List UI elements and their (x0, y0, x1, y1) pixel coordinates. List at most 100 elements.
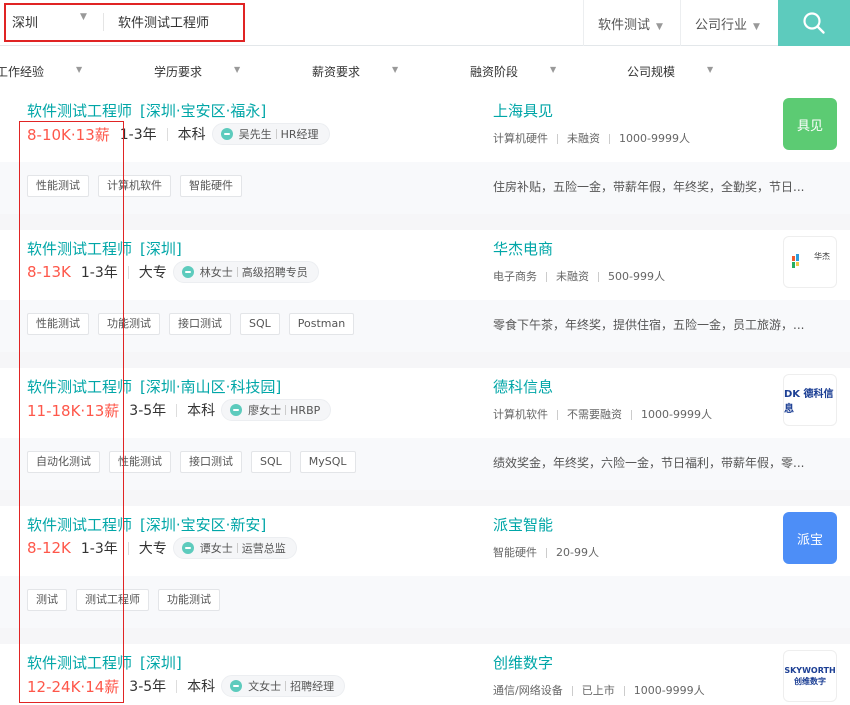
company-size: 500-999人 (608, 270, 665, 283)
education: 本科 (177, 127, 206, 143)
job-title-link[interactable]: 软件测试工程师 [深圳·南山区·科技园] (27, 376, 281, 397)
job-title: 软件测试工程师 (27, 102, 133, 120)
experience: 3-5年 (129, 403, 167, 419)
search-button[interactable] (778, 0, 850, 46)
divider (127, 265, 129, 279)
skill-tag: 测试工程师 (76, 589, 149, 611)
search-bar: 深圳 ▼ 软件测试工程师 软件测试 ▼ 公司行业 ▼ (0, 0, 850, 46)
divider (598, 272, 599, 282)
filter-funding[interactable]: 融资阶段 ▼ (470, 63, 556, 80)
divider (623, 686, 625, 696)
company-funding: 已上市 (581, 684, 615, 697)
divider (557, 410, 558, 420)
job-title-link[interactable]: 软件测试工程师 [深圳·宝安区·福永] (27, 100, 266, 121)
skill-tag: 接口测试 (169, 313, 231, 335)
experience: 1-3年 (119, 127, 157, 143)
divider (236, 267, 238, 277)
skill-tag: SQL (251, 451, 291, 473)
chevron-down-icon: ▼ (753, 22, 760, 32)
recruiter-chat-button[interactable]: 吴先生 HR经理 (211, 123, 330, 145)
job-title-link[interactable]: 软件测试工程师 [深圳] (27, 652, 182, 673)
company-logo[interactable]: 华杰 (783, 236, 837, 288)
job-title-link[interactable]: 软件测试工程师 [深圳·宝安区·新安] (27, 514, 266, 535)
tags-strip: 性能测试 计算机软件 智能硬件 住房补贴，五险一金，带薪年假，年终奖，全勤奖，节… (0, 162, 850, 214)
job-card[interactable]: 软件测试工程师 [深圳] 8-13K 1-3年 大专 林女士 高级招聘专员 华杰电商… (0, 230, 850, 352)
recruiter-chat-button[interactable]: 廖女士 HRBP (221, 399, 332, 421)
job-title: 软件测试工程师 (27, 516, 133, 534)
filter-label: 公司行业 (695, 18, 748, 33)
salary: 8-13K (27, 263, 71, 281)
filter-education[interactable]: 学历要求 ▼ (154, 63, 240, 80)
job-location: [深圳·南山区·科技园] (140, 378, 282, 396)
filter-label: 工作经验 (0, 65, 45, 79)
skill-tag: 接口测试 (180, 451, 242, 473)
job-title: 软件测试工程师 (27, 240, 133, 258)
company-name[interactable]: 德科信息 (493, 376, 553, 397)
company-logo[interactable]: 派宝 (783, 512, 837, 564)
education: 本科 (187, 679, 216, 695)
filter-label: 公司规模 (627, 65, 676, 79)
logo-text: 派宝 (796, 532, 823, 548)
job-card[interactable]: 软件测试工程师 [深圳·南山区·科技园] 11-18K·13薪 3-5年 本科 廖… (0, 368, 850, 490)
chat-icon (181, 266, 194, 278)
job-location: [深圳·宝安区·福永] (140, 102, 267, 120)
skill-tag: SQL (240, 313, 280, 335)
filter-label: 软件测试 (598, 18, 651, 33)
skill-tag: 性能测试 (109, 451, 171, 473)
chat-icon (230, 404, 243, 416)
recruiter-chat-button[interactable]: 林女士 高级招聘专员 (172, 261, 319, 283)
divider (609, 134, 610, 144)
skill-tag: 测试 (27, 589, 67, 611)
search-icon (803, 12, 825, 34)
recruiter-role: 高级招聘专员 (241, 266, 308, 279)
company-logo[interactable]: 具见 (783, 98, 837, 150)
company-name[interactable]: 派宝智能 (493, 514, 553, 535)
company-name[interactable]: 华杰电商 (493, 238, 553, 259)
company-industry: 计算机硬件 (493, 132, 548, 145)
tag-list: 测试 测试工程师 功能测试 (27, 589, 220, 611)
filter-label: 学历要求 (154, 65, 203, 79)
filter-position-type[interactable]: 软件测试 ▼ (598, 14, 663, 33)
welfare-text: 住房补贴，五险一金，带薪年假，年终奖，全勤奖，节日... (493, 180, 805, 194)
skill-tag: 性能测试 (27, 175, 89, 197)
job-location: [深圳] (140, 654, 182, 672)
filter-salary[interactable]: 薪资要求 ▼ (312, 63, 398, 80)
filter-label: 融资阶段 (470, 65, 519, 79)
recruiter-role: HRBP (290, 403, 321, 417)
recruiter-chat-button[interactable]: 谭女士 运营总监 (172, 537, 297, 559)
welfare-text: 零食下午茶，年终奖，提供住宿，五险一金，员工旅游，... (493, 318, 805, 332)
company-meta: 通信/网络设备 已上市 1000-9999人 (493, 682, 705, 698)
company-logo[interactable]: SKYWORTH 创维数字 (783, 650, 837, 702)
chat-icon (230, 680, 243, 692)
recruiter-role: HR经理 (280, 128, 319, 141)
recruiter-name: 谭女士 (199, 542, 233, 555)
job-title: 软件测试工程师 (27, 378, 133, 396)
chevron-down-icon: ▼ (707, 65, 714, 74)
job-card[interactable]: 软件测试工程师 [深圳] 12-24K·14薪 3-5年 本科 文女士 招聘经理 创… (0, 644, 850, 705)
company-size: 1000-9999人 (641, 408, 712, 421)
logo-text: DK 德科信息 (784, 389, 834, 415)
tag-list: 性能测试 计算机软件 智能硬件 (27, 175, 242, 197)
salary: 11-18K·13薪 (27, 401, 120, 420)
recruiter-chat-button[interactable]: 文女士 招聘经理 (221, 675, 346, 697)
skill-tag: 功能测试 (158, 589, 220, 611)
divider (583, 0, 584, 46)
job-card[interactable]: 软件测试工程师 [深圳·宝安区·新安] 8-12K 1-3年 大专 谭女士 运营总监… (0, 506, 850, 628)
filter-industry[interactable]: 公司行业 ▼ (695, 14, 760, 33)
skill-tag: 自动化测试 (27, 451, 100, 473)
company-funding: 未融资 (567, 132, 600, 145)
divider (680, 0, 681, 46)
company-industry: 通信/网络设备 (493, 684, 563, 697)
recruiter-role: 招聘经理 (290, 680, 335, 693)
company-logo[interactable]: DK 德科信息 (783, 374, 837, 426)
filter-experience[interactable]: 工作经验 ▼ (0, 63, 82, 80)
job-title-link[interactable]: 软件测试工程师 [深圳] (27, 238, 182, 259)
company-name[interactable]: 上海具见 (493, 100, 553, 121)
divider (236, 543, 238, 553)
job-card[interactable]: 软件测试工程师 [深圳·宝安区·福永] 8-10K·13薪 1-3年 本科 吴先生… (0, 92, 850, 214)
chevron-down-icon: ▼ (656, 22, 663, 32)
filter-company-size[interactable]: 公司规模 ▼ (627, 63, 713, 80)
divider (285, 405, 287, 415)
filter-row: 工作经验 ▼ 学历要求 ▼ 薪资要求 ▼ 融资阶段 ▼ 公司规模 ▼ (0, 46, 850, 92)
company-name[interactable]: 创维数字 (493, 652, 553, 673)
